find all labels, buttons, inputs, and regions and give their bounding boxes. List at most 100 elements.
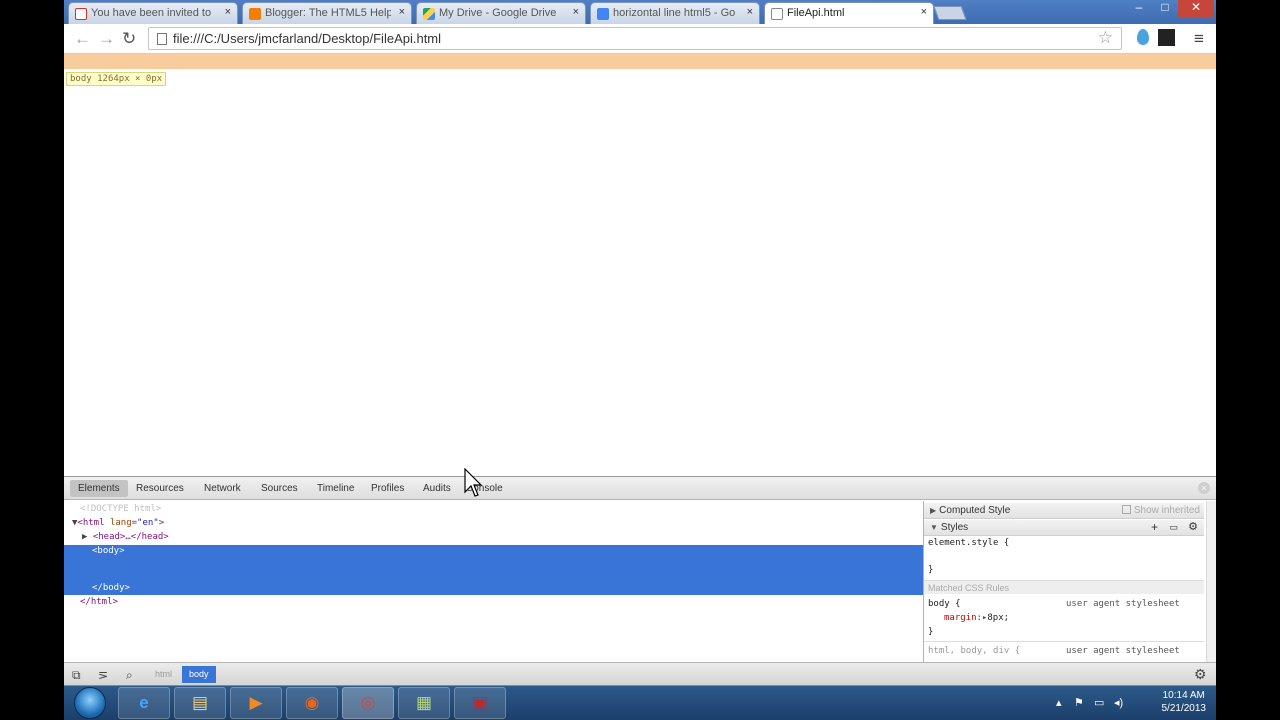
dock-icon[interactable]: ⧉	[72, 668, 81, 683]
tab-drive[interactable]: My Drive - Google Drive ×	[416, 2, 586, 24]
tab-sources[interactable]: Sources	[261, 483, 298, 494]
forward-icon[interactable]: →	[98, 29, 115, 49]
action-center-flag-icon[interactable]: ⚑	[1074, 696, 1084, 709]
tab-timeline[interactable]: Timeline	[317, 483, 354, 494]
head-tag: <head>…</head>	[92, 532, 169, 542]
rule-selector[interactable]: body {	[928, 599, 961, 609]
expand-triangle-icon: ▼	[930, 523, 938, 532]
breadcrumb-html[interactable]: html	[148, 666, 179, 683]
computed-style-header[interactable]: ▶ Computed Style Show inherited	[924, 503, 1204, 519]
breadcrumb-body[interactable]: body	[182, 666, 216, 683]
element-state-icon[interactable]: ▭	[1169, 522, 1178, 533]
rule-source: user agent stylesheet	[1066, 646, 1180, 656]
styles-title: Styles	[940, 522, 969, 533]
gmail-icon	[75, 8, 87, 20]
page-viewport[interactable]: body 1264px × 0px	[64, 54, 1216, 476]
elements-tree: <!DOCTYPE html> ▼<html lang="en"> ▶ <hea…	[64, 501, 923, 663]
ie-icon[interactable]: e	[118, 687, 170, 719]
menu-icon[interactable]: ≡	[1194, 29, 1204, 49]
rule-close: }	[928, 627, 934, 637]
tab-fileapi[interactable]: FileApi.html ×	[764, 2, 934, 25]
browser-window: You have been invited to × Blogger: The …	[64, 0, 1216, 720]
maximize-button[interactable]: □	[1152, 0, 1178, 18]
dom-html-open[interactable]: ▼<html lang="en">	[72, 518, 164, 528]
settings-gear-icon[interactable]: ⚙	[1194, 666, 1207, 683]
address-bar[interactable]: file:///C:/Users/jmcfarland/Desktop/File…	[148, 27, 1122, 50]
reload-icon[interactable]: ↻	[122, 29, 136, 49]
tab-network[interactable]: Network	[204, 483, 241, 494]
show-inherited-toggle[interactable]: Show inherited	[1122, 505, 1200, 516]
selected-body-node[interactable]: <body> </body>	[64, 545, 923, 595]
network-icon[interactable]: ▭	[1094, 696, 1104, 709]
styles-sidebar: ▶ Computed Style Show inherited ▼ Styles +…	[923, 501, 1216, 663]
tab-label: FileApi.html	[787, 7, 845, 19]
firefox-icon[interactable]: ◉	[286, 687, 338, 719]
system-clock[interactable]: 10:14 AM 5/21/2013	[1162, 689, 1207, 715]
styles-header[interactable]: ▼ Styles + ▭ ⚙	[924, 520, 1204, 536]
tab-label: Blogger: The HTML5 Help	[265, 7, 391, 19]
show-hidden-icons[interactable]: ▴	[1056, 696, 1062, 709]
rule-divider	[924, 641, 1204, 642]
dom-doctype[interactable]: <!DOCTYPE html>	[80, 504, 161, 514]
tab-profiles[interactable]: Profiles	[371, 483, 404, 494]
tab-blogger[interactable]: Blogger: The HTML5 Help ×	[242, 2, 412, 24]
windows-taskbar: e ▤ ▶ ◉ ◎ ▦ ▣ ▴ ⚑ ▭ ◂) 10:14 AM 5/21/201…	[64, 685, 1216, 720]
close-icon[interactable]: ×	[573, 6, 579, 18]
html-open-tag: <html	[77, 518, 105, 528]
computed-style-title: Computed Style	[939, 505, 1011, 516]
property-value: 8px;	[987, 613, 1010, 623]
dom-html-close[interactable]: </html>	[80, 597, 118, 607]
tab-resources[interactable]: Resources	[136, 483, 184, 494]
matched-rules-header: Matched CSS Rules	[924, 580, 1204, 594]
checkbox-icon[interactable]	[1122, 505, 1132, 514]
extension-drop-icon[interactable]	[1137, 29, 1149, 45]
tab-elements[interactable]: Elements	[70, 480, 128, 497]
close-window-button[interactable]: ✕	[1178, 0, 1214, 18]
tab-gmail[interactable]: You have been invited to ×	[68, 2, 238, 24]
close-icon[interactable]: ×	[747, 6, 753, 18]
show-console-icon[interactable]: ⋝	[98, 668, 108, 682]
close-devtools-icon[interactable]: ×	[1198, 482, 1210, 494]
html-open-end: >	[158, 518, 165, 528]
tooltip-tag: body	[70, 74, 92, 84]
blogger-icon	[249, 8, 261, 20]
minimize-button[interactable]: –	[1126, 0, 1152, 18]
close-icon[interactable]: ×	[225, 6, 231, 18]
back-icon[interactable]: ←	[74, 29, 91, 49]
folder-icon[interactable]: ▤	[174, 687, 226, 719]
page-icon	[771, 8, 783, 20]
tab-label: You have been invited to	[91, 7, 212, 19]
rule-selector[interactable]: html, body, div {	[928, 646, 1020, 656]
extension-h-icon[interactable]	[1158, 29, 1175, 46]
chrome-icon[interactable]: ◎	[342, 687, 394, 719]
page-icon	[157, 33, 167, 45]
tab-google-search[interactable]: horizontal line html5 - Go ×	[590, 2, 760, 24]
volume-icon[interactable]: ◂)	[1114, 696, 1123, 709]
attr-value: "en"	[137, 518, 159, 528]
drive-icon	[423, 8, 435, 20]
close-icon[interactable]: ×	[399, 6, 405, 18]
gear-icon[interactable]: ⚙	[1188, 520, 1198, 533]
attr-name: lang	[109, 518, 132, 528]
new-tab-button[interactable]	[933, 6, 967, 20]
dom-head[interactable]: ▶ <head>…</head>	[82, 532, 169, 542]
start-button[interactable]	[74, 687, 106, 719]
bookmark-star-icon[interactable]: ☆	[1098, 28, 1113, 48]
clock-time: 10:14 AM	[1162, 690, 1205, 701]
collapse-triangle-icon[interactable]: ▶	[82, 532, 87, 542]
element-style-selector[interactable]: element.style {	[928, 538, 1009, 548]
body-close-tag: </body>	[92, 583, 130, 593]
property-name: margin:	[944, 613, 982, 623]
clock-date: 5/21/2013	[1161, 703, 1207, 714]
expand-triangle-icon: ▶	[930, 506, 937, 515]
body-open-tag: <body>	[92, 546, 125, 556]
notes-icon[interactable]: ▦	[398, 687, 450, 719]
add-rule-icon[interactable]: +	[1151, 520, 1158, 534]
close-icon[interactable]: ×	[921, 6, 927, 18]
tab-audits[interactable]: Audits	[423, 483, 451, 494]
app-icon[interactable]: ▣	[454, 687, 506, 719]
inspect-search-icon[interactable]: ⌕	[126, 668, 133, 683]
rule-property[interactable]: margin:▸8px;	[944, 613, 1009, 623]
media-player-icon[interactable]: ▶	[230, 687, 282, 719]
sidebar-scrollbar[interactable]	[1206, 501, 1216, 663]
